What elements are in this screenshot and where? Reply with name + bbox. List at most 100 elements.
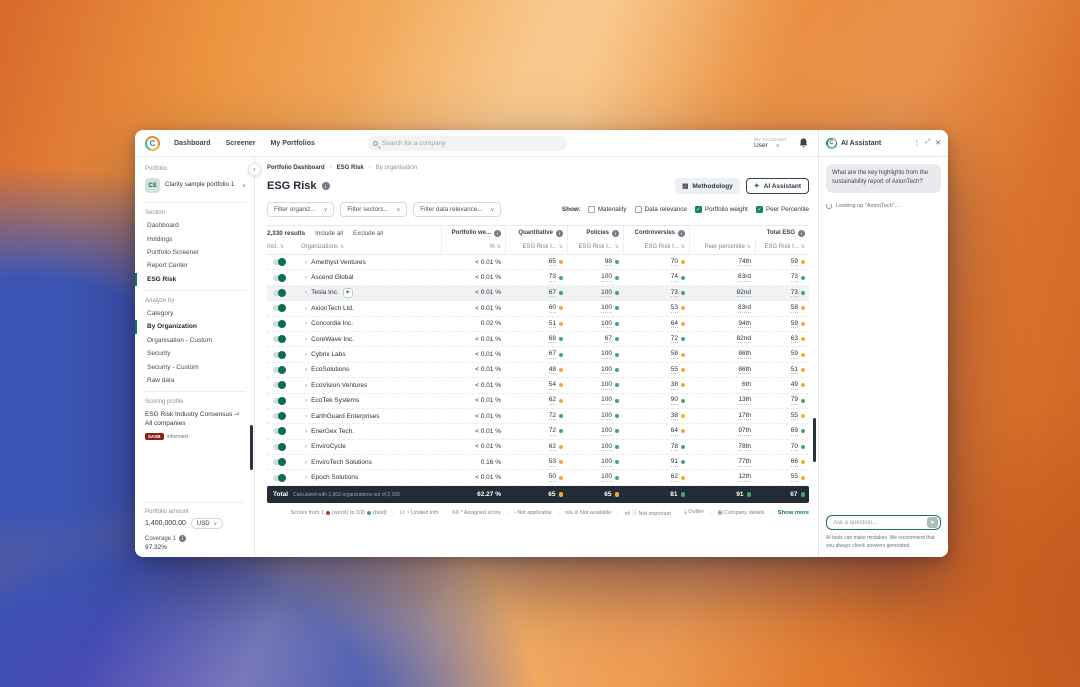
- total-esg-cell[interactable]: 55: [755, 470, 809, 484]
- peer-percentile-cell[interactable]: 94th: [689, 317, 755, 331]
- include-toggle[interactable]: [273, 475, 285, 481]
- organization-name[interactable]: Cybrix Labs: [311, 351, 345, 358]
- total-esg-cell[interactable]: 69: [755, 424, 809, 438]
- peer-percentile-cell[interactable]: 6th: [689, 378, 755, 392]
- include-toggle[interactable]: [273, 428, 285, 434]
- policies-cell[interactable]: 100: [567, 409, 623, 423]
- total-esg-cell[interactable]: 79: [755, 394, 809, 408]
- sort-icon[interactable]: ⇅: [559, 244, 563, 250]
- policies-cell[interactable]: 100: [567, 317, 623, 331]
- expand-chevron-icon[interactable]: ›: [305, 459, 307, 466]
- policies-cell[interactable]: 100: [567, 455, 623, 469]
- policies-cell[interactable]: 98: [567, 255, 623, 269]
- policies-cell[interactable]: 100: [567, 347, 623, 361]
- quantitative-cell[interactable]: 72: [505, 409, 567, 423]
- quantitative-cell[interactable]: 65: [505, 255, 567, 269]
- search-input[interactable]: [382, 140, 561, 147]
- col-controversies[interactable]: Controversies: [635, 230, 675, 236]
- quantitative-cell[interactable]: 50: [505, 470, 567, 484]
- sidebar-item-security-custom[interactable]: Security - Custom: [135, 360, 254, 373]
- table-row-tesla-inc[interactable]: ›Tesla Inc.✦< 0.01 %671007392nd73: [267, 286, 809, 301]
- ai-question-inputbox[interactable]: ➤: [826, 515, 941, 530]
- organization-name[interactable]: Epoch Solutions: [311, 474, 358, 481]
- organization-name[interactable]: EarthGuard Enterprises: [311, 413, 379, 420]
- table-row-epoch-solutions[interactable]: ›Epoch Solutions< 0.01 %501006212th55: [267, 470, 809, 485]
- info-icon[interactable]: i: [798, 230, 805, 237]
- table-row-energex-tech[interactable]: ›EnerGex Tech.< 0.01 %721006497th69: [267, 424, 809, 439]
- portfolio-selector[interactable]: CS Clarity sample portfolio 1 ∨: [135, 175, 254, 198]
- controversies-cell[interactable]: 91: [623, 455, 689, 469]
- include-toggle[interactable]: [273, 321, 285, 327]
- include-toggle[interactable]: [273, 305, 285, 311]
- controversies-cell[interactable]: 38: [623, 409, 689, 423]
- nav-item-screener[interactable]: Screener: [226, 140, 256, 147]
- sort-icon[interactable]: ⇅: [280, 244, 284, 250]
- expand-chevron-icon[interactable]: ›: [305, 474, 307, 481]
- sidebar-item-holdings[interactable]: Holdings: [135, 232, 254, 245]
- peer-percentile-cell[interactable]: 83rd: [689, 301, 755, 315]
- info-icon[interactable]: i: [179, 535, 186, 542]
- total-esg-cell[interactable]: 59: [755, 255, 809, 269]
- expand-chevron-icon[interactable]: ›: [305, 336, 307, 343]
- policies-cell[interactable]: 100: [567, 440, 623, 454]
- total-esg-cell[interactable]: 55: [755, 409, 809, 423]
- sidebar-item-organisation-custom[interactable]: Organisation - Custom: [135, 334, 254, 347]
- quantitative-cell[interactable]: 68: [505, 332, 567, 346]
- total-esg-cell[interactable]: 66: [755, 455, 809, 469]
- sidebar-scrollbar[interactable]: [250, 425, 253, 470]
- col-organizations[interactable]: Organizations: [301, 244, 338, 250]
- peer-percentile-cell[interactable]: 78th: [689, 440, 755, 454]
- include-toggle[interactable]: [273, 459, 285, 465]
- peer-percentile-cell[interactable]: 13th: [689, 394, 755, 408]
- send-icon[interactable]: ➤: [927, 517, 938, 528]
- table-row-amethyst-ventures[interactable]: ›Amethyst Ventures< 0.01 %65987074th59: [267, 255, 809, 270]
- col-portfolio-weight[interactable]: Portfolio we...: [452, 230, 491, 236]
- quantitative-cell[interactable]: 72: [505, 424, 567, 438]
- scoring-profile-select[interactable]: ESG Risk Industry Consensus – All compan…: [135, 408, 254, 430]
- col-quantitative[interactable]: Quantitative: [518, 230, 553, 236]
- organization-name[interactable]: Tesla Inc.: [311, 289, 338, 296]
- policies-cell[interactable]: 100: [567, 394, 623, 408]
- controversies-cell[interactable]: 64: [623, 317, 689, 331]
- table-row-cybrix-labs[interactable]: ›Cybrix Labs< 0.01 %671005886th59: [267, 347, 809, 362]
- organization-name[interactable]: Amethyst Ventures: [311, 259, 366, 266]
- sidebar-item-by-organization[interactable]: By Organization: [135, 320, 254, 333]
- quantitative-cell[interactable]: 62: [505, 440, 567, 454]
- expand-chevron-icon[interactable]: ›: [305, 259, 307, 266]
- sort-icon[interactable]: ⇅: [801, 244, 805, 250]
- organization-name[interactable]: AxionTech Ltd.: [311, 305, 354, 312]
- sidebar-item-portfolio-screener[interactable]: Portfolio Screener: [135, 246, 254, 259]
- checkbox-materiality[interactable]: Materiality: [588, 206, 627, 213]
- peer-percentile-cell[interactable]: 17th: [689, 409, 755, 423]
- expand-chevron-icon[interactable]: ›: [305, 366, 307, 373]
- filter-dropdown-filter-sectors[interactable]: Filter sectors...∨: [340, 202, 407, 217]
- total-esg-cell[interactable]: 63: [755, 332, 809, 346]
- peer-percentile-cell[interactable]: 86th: [689, 363, 755, 377]
- include-toggle[interactable]: [273, 413, 285, 419]
- controversies-cell[interactable]: 53: [623, 301, 689, 315]
- sidebar-item-esg-risk[interactable]: ESG Risk: [135, 273, 254, 286]
- table-row-concordia-inc[interactable]: ›Concordia Inc.0.02 %511006494th59: [267, 317, 809, 332]
- sidebar-item-dashboard[interactable]: Dashboard: [135, 219, 254, 232]
- info-icon[interactable]: i: [494, 230, 501, 237]
- table-row-ecosolutions[interactable]: ›EcoSolutions< 0.01 %481005586th51: [267, 363, 809, 378]
- sidebar-item-category[interactable]: Category: [135, 307, 254, 320]
- breadcrumb-esg-risk[interactable]: ESG Risk: [337, 165, 364, 171]
- quantitative-cell[interactable]: 67: [505, 286, 567, 300]
- quantitative-cell[interactable]: 51: [505, 317, 567, 331]
- total-esg-cell[interactable]: 58: [755, 301, 809, 315]
- controversies-cell[interactable]: 58: [623, 347, 689, 361]
- controversies-cell[interactable]: 74: [623, 270, 689, 284]
- col-policies[interactable]: Policies: [586, 230, 609, 236]
- col-esg-risk[interactable]: ESG Risk I...: [644, 244, 678, 250]
- expand-chevron-icon[interactable]: ›: [305, 443, 307, 450]
- filter-dropdown-filter-organiz[interactable]: Filter organiz...∨: [267, 202, 334, 217]
- expand-chevron-icon[interactable]: ›: [305, 274, 307, 281]
- row-ai-assistant-button[interactable]: ✦: [343, 288, 353, 298]
- include-toggle[interactable]: [273, 290, 285, 296]
- peer-percentile-cell[interactable]: 77th: [689, 455, 755, 469]
- organization-name[interactable]: EnerGex Tech.: [311, 428, 354, 435]
- peer-percentile-cell[interactable]: 82nd: [689, 332, 755, 346]
- ai-assistant-button[interactable]: ✦AI Assistant: [746, 178, 809, 194]
- col-total-esg[interactable]: Total ESG: [767, 230, 795, 236]
